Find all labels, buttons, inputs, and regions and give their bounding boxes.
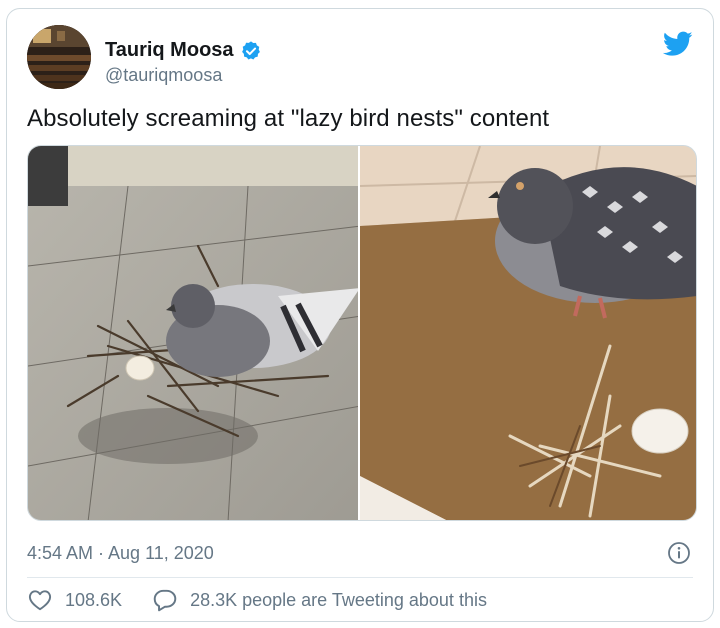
heart-icon	[28, 590, 52, 611]
tweet-media[interactable]	[27, 145, 697, 521]
author-handle[interactable]: @tauriqmoosa	[105, 65, 222, 86]
verified-badge-icon	[241, 40, 260, 60]
conversation-button[interactable]: 28.3K people are Tweeting about this	[152, 587, 487, 613]
pigeon-on-pavement-photo	[28, 146, 359, 520]
author-row: Tauriq Moosa	[105, 39, 262, 62]
pigeon-on-doormat-photo	[360, 146, 696, 520]
divider	[27, 577, 693, 578]
tweet-text: Absolutely screaming at "lazy bird nests…	[27, 105, 550, 132]
twitter-bird-icon[interactable]	[663, 31, 693, 57]
author-name[interactable]: Tauriq Moosa	[105, 39, 234, 62]
media-photo-right[interactable]	[360, 146, 696, 520]
tweet-actions: 108.6K 28.3K people are Tweeting about t…	[27, 587, 487, 613]
avatar-photo	[27, 25, 91, 89]
media-photo-left[interactable]	[28, 146, 361, 520]
conversation-text: 28.3K people are Tweeting about this	[190, 589, 487, 610]
like-button[interactable]: 108.6K	[27, 587, 122, 613]
speech-bubble-icon	[153, 589, 177, 612]
tweet-timestamp[interactable]: 4:54 AM · Aug 11, 2020	[27, 543, 214, 564]
info-icon[interactable]	[667, 541, 691, 565]
avatar[interactable]	[27, 25, 91, 89]
tweet-card: Tauriq Moosa @tauriqmoosa Absolutely scr…	[6, 8, 714, 622]
like-count: 108.6K	[65, 589, 123, 610]
